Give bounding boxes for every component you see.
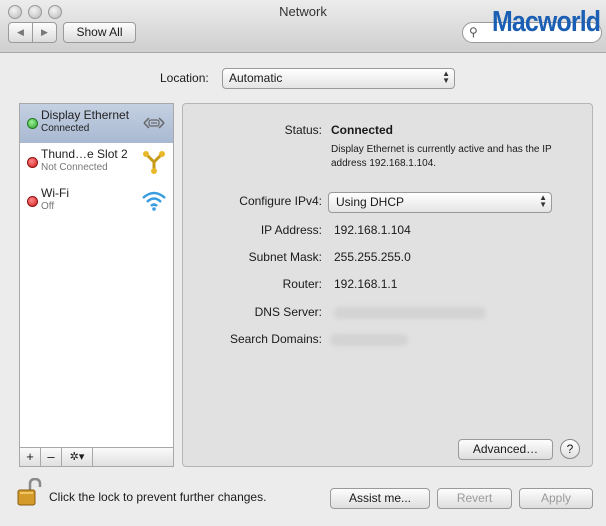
service-item-thunderbolt[interactable]: Thund…e Slot 2 Not Connected (20, 143, 173, 182)
dns-server-label: DNS Server: (254, 305, 322, 319)
assist-me-button[interactable]: Assist me... (330, 488, 430, 509)
firewire-icon (143, 151, 165, 174)
search-domains-value-blurred (330, 334, 408, 346)
service-name: Thund…e Slot 2 (41, 147, 128, 161)
location-value: Automatic (229, 71, 283, 85)
service-name: Display Ethernet (41, 108, 130, 122)
gear-menu-button[interactable]: ✲▾ (62, 448, 93, 466)
back-forward-control: ◀ ▶ (8, 22, 57, 43)
revert-button[interactable]: Revert (437, 488, 512, 509)
service-list: Display Ethernet Connected Thund…e Slot … (19, 103, 174, 450)
status-dot-icon (27, 196, 38, 207)
status-dot-icon (27, 157, 38, 168)
title-bar: Network ◀ ▶ Show All ⚲ Macworld (0, 0, 606, 53)
ip-address-value: 192.168.1.104 (334, 223, 411, 237)
remove-service-button[interactable]: – (41, 448, 62, 466)
location-popup[interactable]: Automatic ▲ ▼ (222, 68, 455, 89)
popup-arrows-icon: ▲ ▼ (539, 193, 547, 209)
advanced-button[interactable]: Advanced… (458, 439, 553, 460)
subnet-mask-value: 255.255.255.0 (334, 250, 411, 264)
router-value: 192.168.1.1 (334, 277, 398, 291)
popup-arrows-icon: ▲ ▼ (442, 69, 450, 85)
help-button[interactable]: ? (560, 439, 580, 459)
router-label: Router: (282, 277, 322, 291)
lock-icon[interactable] (16, 478, 42, 508)
dns-server-value-blurred (334, 307, 486, 319)
forward-button[interactable]: ▶ (32, 23, 56, 42)
ethernet-icon (143, 117, 165, 129)
macworld-logo: Macworld (492, 6, 601, 38)
status-description: Display Ethernet is currently active and… (331, 144, 552, 169)
status-value: Connected (331, 123, 394, 137)
add-service-button[interactable]: + (20, 448, 41, 466)
status-dot-icon (27, 118, 38, 129)
show-all-button[interactable]: Show All (63, 22, 136, 43)
apply-button[interactable]: Apply (519, 488, 593, 509)
network-preferences-window: Network ◀ ▶ Show All ⚲ Macworld Location… (0, 0, 606, 526)
configure-ipv4-label: Configure IPv4: (239, 194, 322, 208)
back-button[interactable]: ◀ (9, 23, 32, 42)
wifi-icon (142, 191, 166, 211)
configure-ipv4-popup[interactable]: Using DHCP ▲ ▼ (328, 192, 552, 213)
configure-ipv4-value: Using DHCP (336, 195, 405, 209)
subnet-mask-label: Subnet Mask: (248, 250, 322, 264)
location-label: Location: (160, 71, 209, 85)
service-status: Off (41, 201, 55, 212)
ip-address-label: IP Address: (260, 223, 322, 237)
search-icon: ⚲ (469, 25, 478, 39)
service-item-wifi[interactable]: Wi-Fi Off (20, 182, 173, 221)
lock-message: Click the lock to prevent further change… (49, 490, 267, 504)
service-status: Connected (41, 123, 90, 134)
service-item-display-ethernet[interactable]: Display Ethernet Connected (20, 104, 173, 143)
service-name: Wi-Fi (41, 186, 69, 200)
service-status: Not Connected (41, 162, 108, 173)
search-domains-label: Search Domains: (229, 332, 322, 346)
status-label: Status: (284, 123, 322, 137)
service-list-toolbar: + – ✲▾ (19, 447, 174, 467)
